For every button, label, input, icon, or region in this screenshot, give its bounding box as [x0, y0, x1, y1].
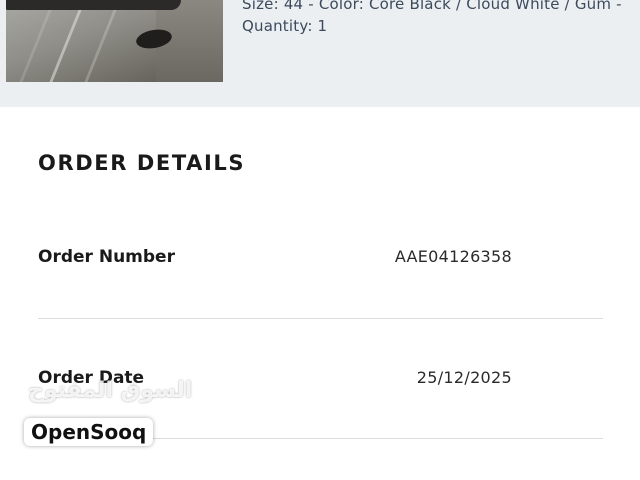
order-page: Size: 44 - Color: Core Black / Cloud Whi…	[0, 0, 640, 480]
image-ground-line	[49, 0, 86, 82]
opensooq-watermark: السوق المفتوح OpenSooq	[24, 376, 192, 456]
order-details-heading: ORDER DETAILS	[38, 151, 246, 175]
row-divider	[38, 318, 603, 319]
order-number-label: Order Number	[38, 247, 175, 267]
product-image[interactable]	[6, 0, 223, 82]
product-variant: Size: 44 - Color: Core Black / Cloud Whi…	[242, 0, 622, 13]
watermark-brand-logo: OpenSooq	[24, 418, 154, 446]
product-quantity: Quantity: 1	[242, 17, 328, 35]
image-ground-line	[19, 0, 56, 82]
image-ground-line	[84, 0, 121, 82]
order-date-value: 25/12/2025	[416, 368, 512, 387]
image-shoe-sole	[6, 0, 181, 10]
product-summary: Size: 44 - Color: Core Black / Cloud Whi…	[0, 0, 640, 107]
watermark-arabic-text: السوق المفتوح	[28, 378, 193, 403]
order-number-value: AAE04126358	[394, 247, 512, 266]
